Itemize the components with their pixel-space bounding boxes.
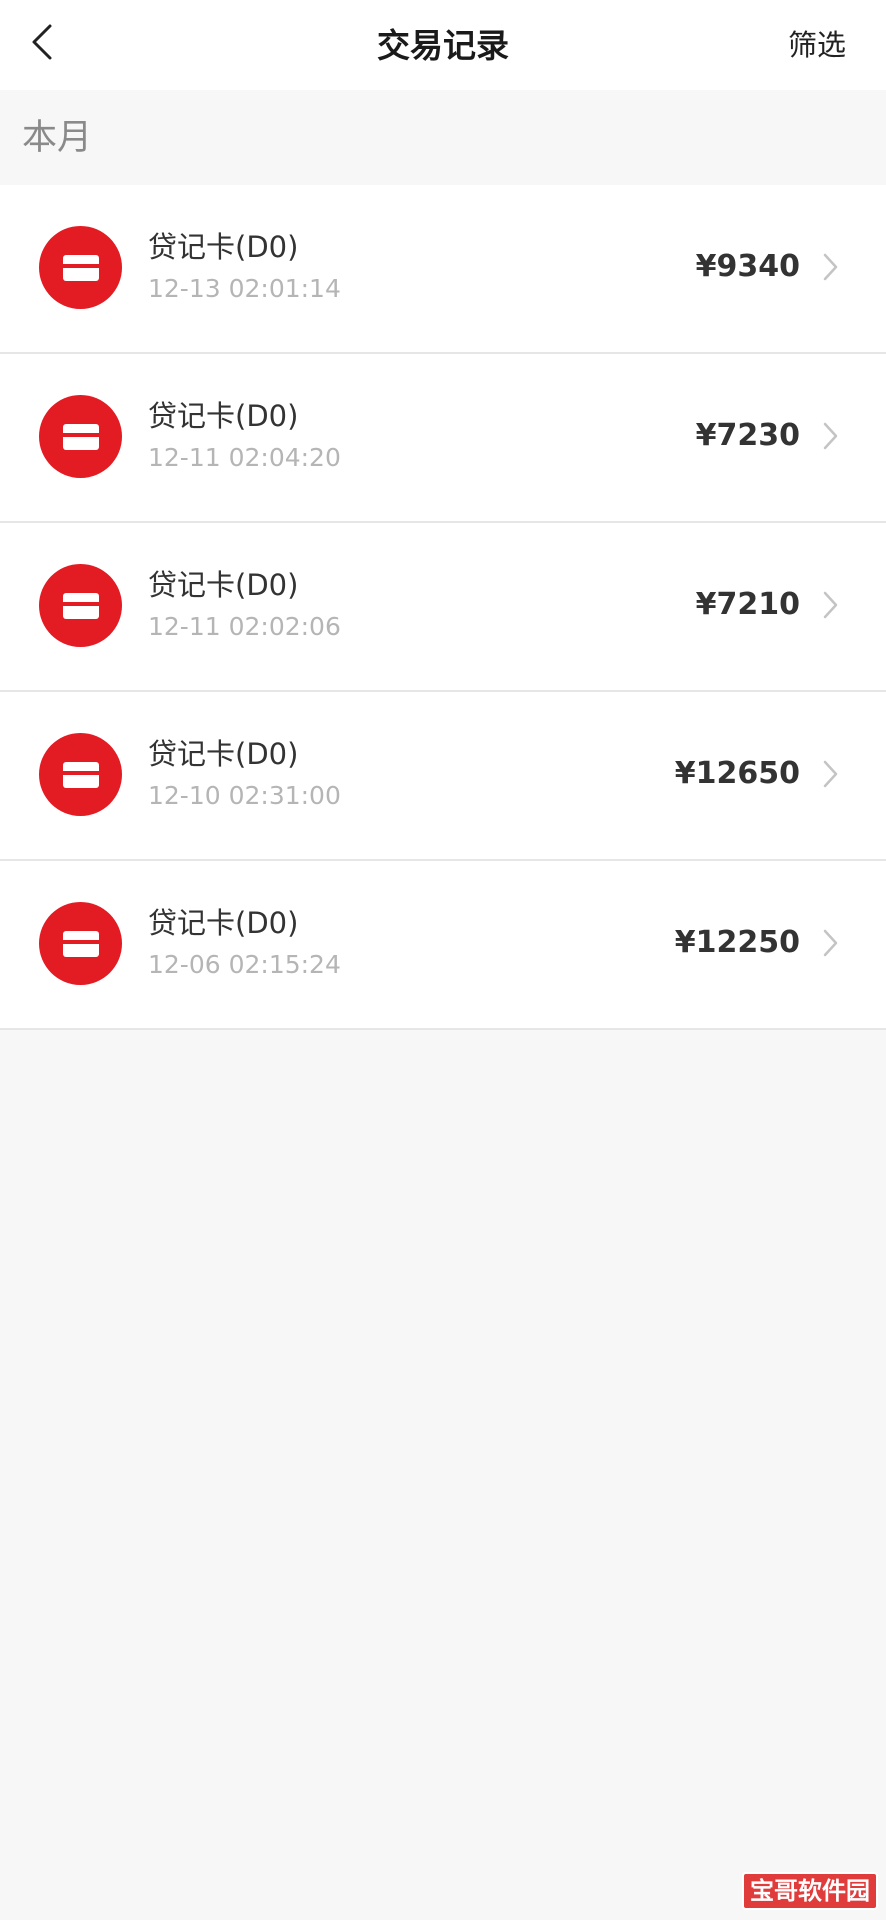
app-screen: 交易记录 筛选 本月 贷记卡(D0) 12-13 02:01:14 ¥9340 … [0, 0, 886, 1920]
chevron-right-icon [818, 251, 842, 283]
transaction-row[interactable]: 贷记卡(D0) 12-11 02:04:20 ¥7230 [0, 354, 886, 523]
transaction-amount: ¥12250 [674, 925, 800, 960]
top-navigation-bar: 交易记录 筛选 [0, 0, 886, 90]
watermark-logo: 宝哥软件园 [742, 1872, 878, 1910]
page-title: 交易记录 [377, 26, 509, 65]
transaction-time: 12-11 02:02:06 [148, 612, 341, 641]
section-label-this-month: 本月 [22, 118, 93, 158]
transaction-time: 12-06 02:15:24 [148, 950, 341, 979]
transaction-row[interactable]: 贷记卡(D0) 12-10 02:31:00 ¥12650 [0, 692, 886, 861]
transaction-row[interactable]: 贷记卡(D0) 12-11 02:02:06 ¥7210 [0, 523, 886, 692]
transaction-title: 贷记卡(D0) [148, 399, 299, 433]
transaction-amount: ¥9340 [695, 249, 800, 284]
chevron-right-icon [818, 420, 842, 452]
transaction-time: 12-10 02:31:00 [148, 781, 341, 810]
credit-card-icon [39, 902, 122, 985]
section-header: 本月 [0, 90, 886, 185]
transaction-title: 贷记卡(D0) [148, 568, 299, 602]
transaction-amount: ¥7230 [695, 418, 800, 453]
transaction-title: 贷记卡(D0) [148, 230, 299, 264]
chevron-right-icon [818, 589, 842, 621]
transaction-row[interactable]: 贷记卡(D0) 12-06 02:15:24 ¥12250 [0, 861, 886, 1030]
filter-button[interactable]: 筛选 [788, 0, 846, 90]
credit-card-icon [39, 395, 122, 478]
transaction-amount: ¥7210 [695, 587, 800, 622]
transaction-time: 12-11 02:04:20 [148, 443, 341, 472]
transaction-list: 贷记卡(D0) 12-13 02:01:14 ¥9340 贷记卡(D0) 12-… [0, 185, 886, 1030]
transaction-title: 贷记卡(D0) [148, 906, 299, 940]
credit-card-icon [39, 564, 122, 647]
transaction-title: 贷记卡(D0) [148, 737, 299, 771]
transaction-row[interactable]: 贷记卡(D0) 12-13 02:01:14 ¥9340 [0, 185, 886, 354]
transaction-amount: ¥12650 [674, 756, 800, 791]
credit-card-icon [39, 733, 122, 816]
chevron-right-icon [818, 927, 842, 959]
credit-card-icon [39, 226, 122, 309]
chevron-left-icon [32, 24, 52, 60]
transaction-time: 12-13 02:01:14 [148, 274, 341, 303]
chevron-right-icon [818, 758, 842, 790]
back-button[interactable] [14, 14, 70, 70]
